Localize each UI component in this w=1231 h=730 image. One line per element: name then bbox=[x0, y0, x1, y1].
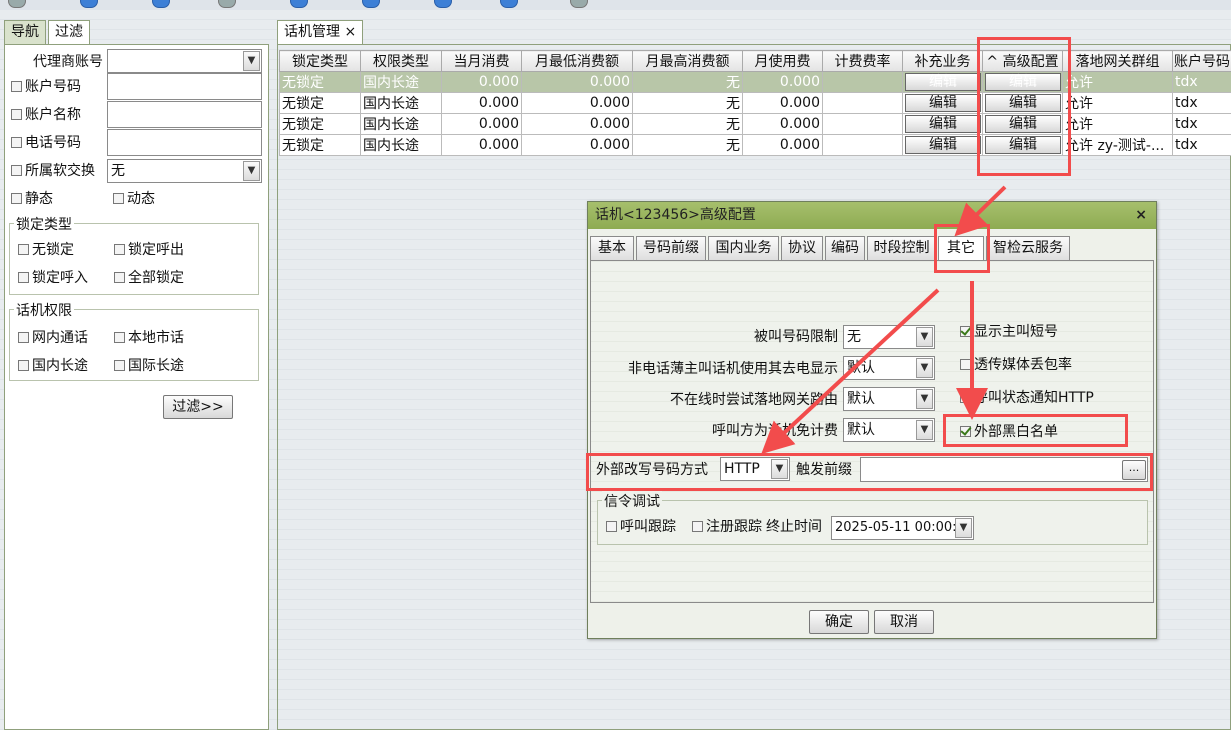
arrow-to-rewrite-row bbox=[761, 288, 940, 455]
arrow-to-other-tab bbox=[954, 185, 1007, 237]
annotation-arrows bbox=[761, 185, 1007, 455]
